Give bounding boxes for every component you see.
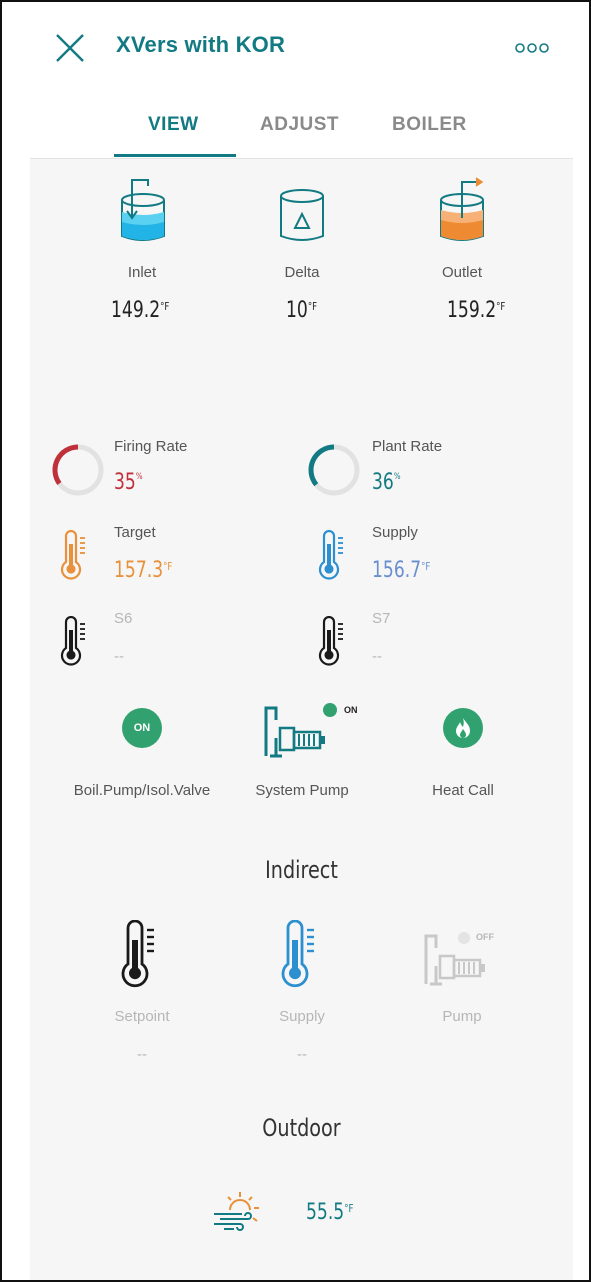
delta-tank-icon	[278, 186, 326, 253]
more-options-icon[interactable]	[514, 40, 554, 56]
outdoor-weather-icon	[210, 1190, 266, 1239]
close-icon[interactable]	[54, 32, 86, 64]
target-label: Target	[114, 524, 156, 541]
active-tab-indicator	[114, 154, 236, 157]
s6-value: --	[114, 648, 124, 665]
supply-value-wrap: 156.7°F	[372, 558, 447, 583]
indirect-supply-thermometer-icon	[280, 919, 320, 995]
indirect-pump-status: OFF	[476, 932, 494, 942]
indirect-setpoint-thermometer-icon	[120, 919, 160, 995]
page-title: XVers with KOR	[116, 32, 286, 57]
supply-label: Supply	[372, 524, 418, 541]
indirect-setpoint-label: Setpoint	[114, 1008, 170, 1025]
inlet-label: Inlet	[127, 264, 157, 281]
inlet-tank-icon	[118, 178, 168, 253]
delta-value-wrap: 10°F	[286, 298, 390, 323]
s7-value: --	[372, 648, 382, 665]
outdoor-value: 55.5°F	[306, 1200, 354, 1225]
system-pump-icon	[262, 700, 342, 765]
boil-pump-label: Boil.Pump/Isol.Valve	[73, 782, 211, 799]
indirect-pump-label: Pump	[442, 1008, 482, 1025]
delta-value: 10°F	[286, 298, 318, 323]
firing-rate-value: 35%	[114, 470, 143, 495]
inlet-value: 149.2°F	[111, 298, 170, 323]
heat-call-label: Heat Call	[432, 782, 494, 799]
app-header: XVers with KOR VIEW ADJUST BOILER	[30, 2, 573, 159]
heat-call-flame-icon	[443, 708, 483, 748]
target-thermometer-icon	[60, 529, 90, 587]
outlet-tank-icon	[438, 174, 490, 253]
plant-rate-label: Plant Rate	[372, 438, 443, 455]
outdoor-title: Outdoor	[262, 1114, 341, 1142]
indirect-title: Indirect	[265, 856, 338, 884]
indirect-supply-value: --	[297, 1046, 307, 1063]
inlet-value-wrap: 149.2°F	[111, 298, 215, 323]
indirect-supply-label: Supply	[279, 1008, 325, 1025]
plant-rate-value-wrap: 36%	[372, 470, 409, 495]
firing-rate-gauge	[50, 442, 106, 503]
app-frame: XVers with KOR VIEW ADJUST BOILER Inlet …	[0, 0, 591, 1282]
tab-boiler[interactable]: BOILER	[392, 114, 467, 136]
firing-rate-label: Firing Rate	[114, 438, 188, 455]
plant-rate-value: 36%	[372, 470, 401, 495]
s6-label: S6	[114, 610, 133, 627]
supply-value: 156.7°F	[372, 558, 431, 583]
tab-adjust[interactable]: ADJUST	[260, 114, 339, 136]
system-pump-status: ON	[344, 705, 358, 715]
outlet-label: Outlet	[441, 264, 483, 281]
target-value-wrap: 157.3°F	[114, 558, 189, 583]
s6-thermometer-icon	[60, 615, 90, 673]
supply-thermometer-icon	[318, 529, 348, 587]
system-pump-label: System Pump	[255, 782, 349, 799]
s7-thermometer-icon	[318, 615, 348, 673]
target-value: 157.3°F	[114, 558, 173, 583]
outlet-value-wrap: 159.2°F	[447, 298, 551, 323]
tab-view[interactable]: VIEW	[148, 114, 199, 136]
plant-rate-gauge	[306, 442, 362, 503]
outlet-value: 159.2°F	[447, 298, 506, 323]
s7-label: S7	[372, 610, 391, 627]
firing-rate-value-wrap: 35%	[114, 470, 151, 495]
indirect-setpoint-value: --	[137, 1046, 147, 1063]
delta-label: Delta	[284, 264, 320, 281]
outdoor-value-wrap: 55.5°F	[306, 1200, 367, 1225]
boil-pump-on-badge: ON	[122, 708, 162, 748]
app-screen: XVers with KOR VIEW ADJUST BOILER Inlet …	[30, 2, 573, 1280]
